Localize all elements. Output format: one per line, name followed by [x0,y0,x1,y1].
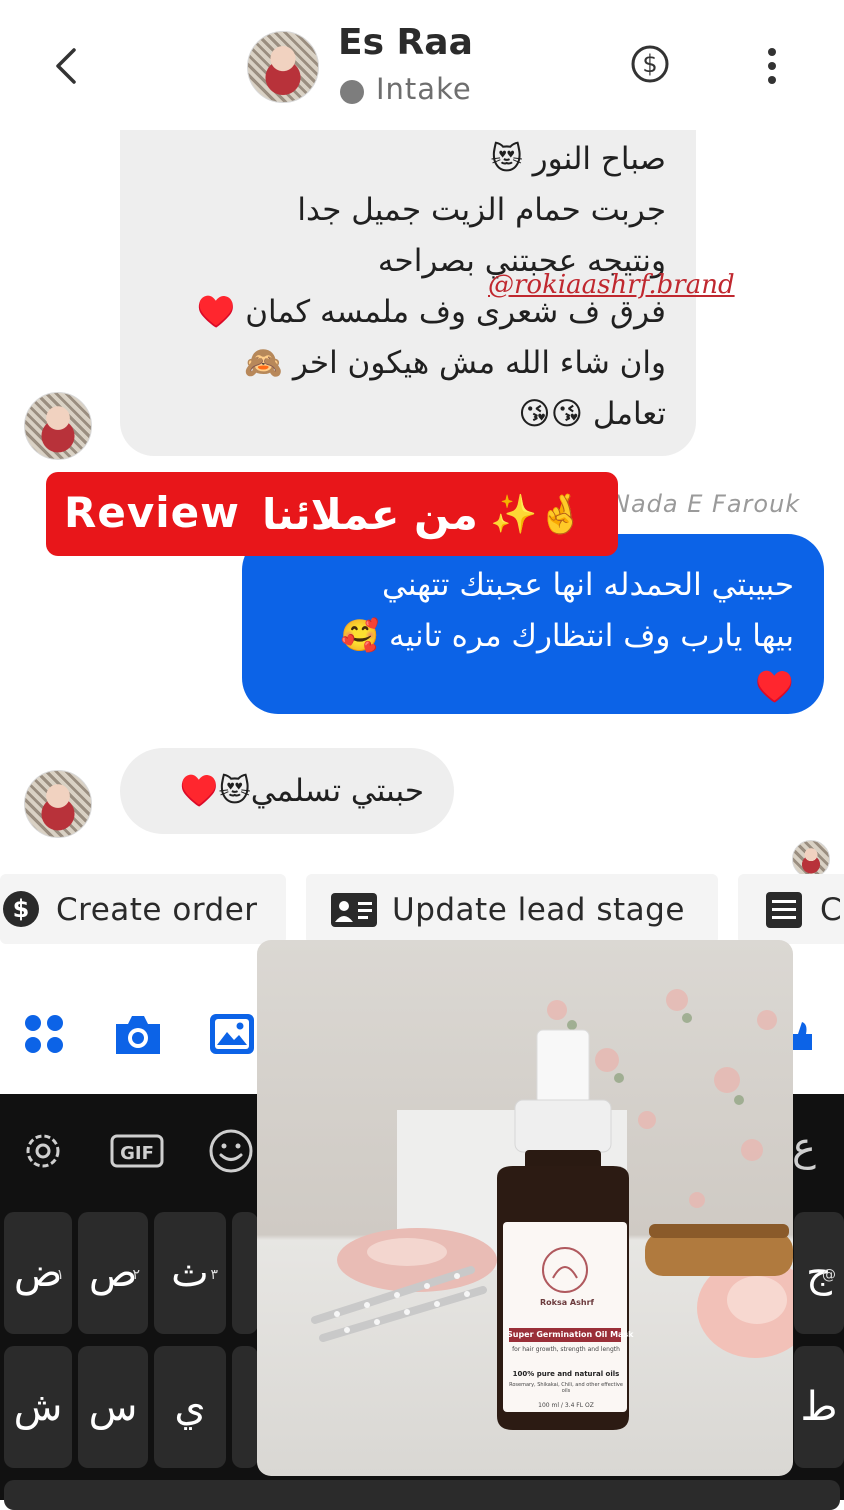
key[interactable] [232,1212,258,1334]
status-dot-icon [340,80,364,104]
dollar-icon[interactable]: $ [630,44,670,84]
seen-indicator-avatar [792,840,830,878]
key-hint: ١ [56,1267,64,1283]
dollar-icon: $ [3,891,39,927]
key-label: ص [88,1250,138,1296]
svg-text:$: $ [642,50,657,78]
key-label: ش [13,1384,63,1430]
key-hint: ٢ [132,1267,140,1283]
product-photo: Roksa Ashrf Super Germination Oil Mask f… [257,940,793,1476]
message-line: حبيبتي الحمدله انها عجبتك تتهني [382,567,794,603]
third-action-label: C [820,892,843,928]
product-photo-scene [311,989,793,1430]
key[interactable]: ش [4,1346,72,1468]
list-icon [766,892,802,928]
contact-avatar[interactable] [247,31,319,103]
review-label-arabic: من عملائنا [262,490,478,539]
review-label: Review [64,488,240,537]
settings-icon[interactable] [22,1130,64,1172]
key-label: ي [174,1384,206,1430]
product-ingredients: Rosemary, Shikakai, Chili, and other eff… [509,1382,623,1394]
message-line: وان شاء الله مش هيكون اخر 🙈 [244,345,666,381]
chat-header [0,0,844,130]
key-hint: ٣ [210,1267,218,1283]
key[interactable]: ي [154,1346,226,1468]
keyboard-row-partial [4,1480,840,1510]
contact-avatar-small[interactable] [24,392,92,460]
key-label: س [88,1384,138,1430]
message-line: بيها يارب وف انتظارك مره تانيه 🥰 [340,618,794,654]
keyboard-toolbar-letter[interactable]: ع [792,1124,816,1170]
key[interactable]: ٣ ث [154,1212,226,1334]
brand-watermark: @rokiaashrf.brand [488,270,735,300]
svg-text:$: $ [13,895,30,923]
gif-label: GIF [120,1143,154,1164]
back-arrow-icon[interactable] [48,44,84,88]
product-tagline: for hair growth, strength and length [512,1346,620,1353]
contact-name[interactable]: Es Raa [338,22,473,63]
product-claim: 100% pure and natural oils [512,1370,620,1378]
message-line: ♥️ [755,669,794,705]
camera-icon[interactable] [112,1012,164,1058]
product-volume: 100 ml / 3.4 FL OZ [538,1402,594,1409]
incoming-message-bubble[interactable]: حبىتي تسلمي😻♥️ [120,748,454,834]
lead-status[interactable]: Intake [376,72,472,106]
gif-icon[interactable]: GIF [110,1132,164,1170]
message-line: جربت حمام الزيت جميل جدا [297,192,666,228]
key[interactable]: ط [794,1346,844,1468]
key[interactable]: @ ج [794,1212,844,1334]
create-order-label: Create order [56,892,258,928]
emoji-icon[interactable] [208,1128,254,1174]
contact-card-icon [331,893,377,927]
product-brand: Roksa Ashrf [540,1298,594,1307]
contact-avatar-small[interactable] [24,770,92,838]
key[interactable] [232,1346,258,1468]
key[interactable]: ٢ ص [78,1212,148,1334]
message-line: حبىتي تسلمي😻♥️ [179,773,424,809]
update-lead-stage-label: Update lead stage [392,892,685,928]
outgoing-message-bubble[interactable]: حبيبتي الحمدله انها عجبتك تتهني بيها يار… [242,534,824,714]
key[interactable]: ١ ض [4,1212,72,1334]
key-label: ط [800,1384,838,1430]
message-line: تعامل 😘😘 [518,396,666,432]
sender-name: Nada E Farouk [612,490,801,518]
key-hint: @ [822,1267,836,1283]
gallery-icon[interactable] [208,1012,256,1056]
more-options-icon[interactable] [764,46,780,86]
sparkles-hand-icon: ✨🤞 [490,492,585,536]
product-name: Super Germination Oil Mask [507,1330,634,1339]
key-label: ث [171,1250,209,1296]
key-label: ض [13,1250,63,1296]
message-line: صباح النور 😻 [490,141,666,177]
apps-icon[interactable] [22,1012,66,1056]
key[interactable]: س [78,1346,148,1468]
